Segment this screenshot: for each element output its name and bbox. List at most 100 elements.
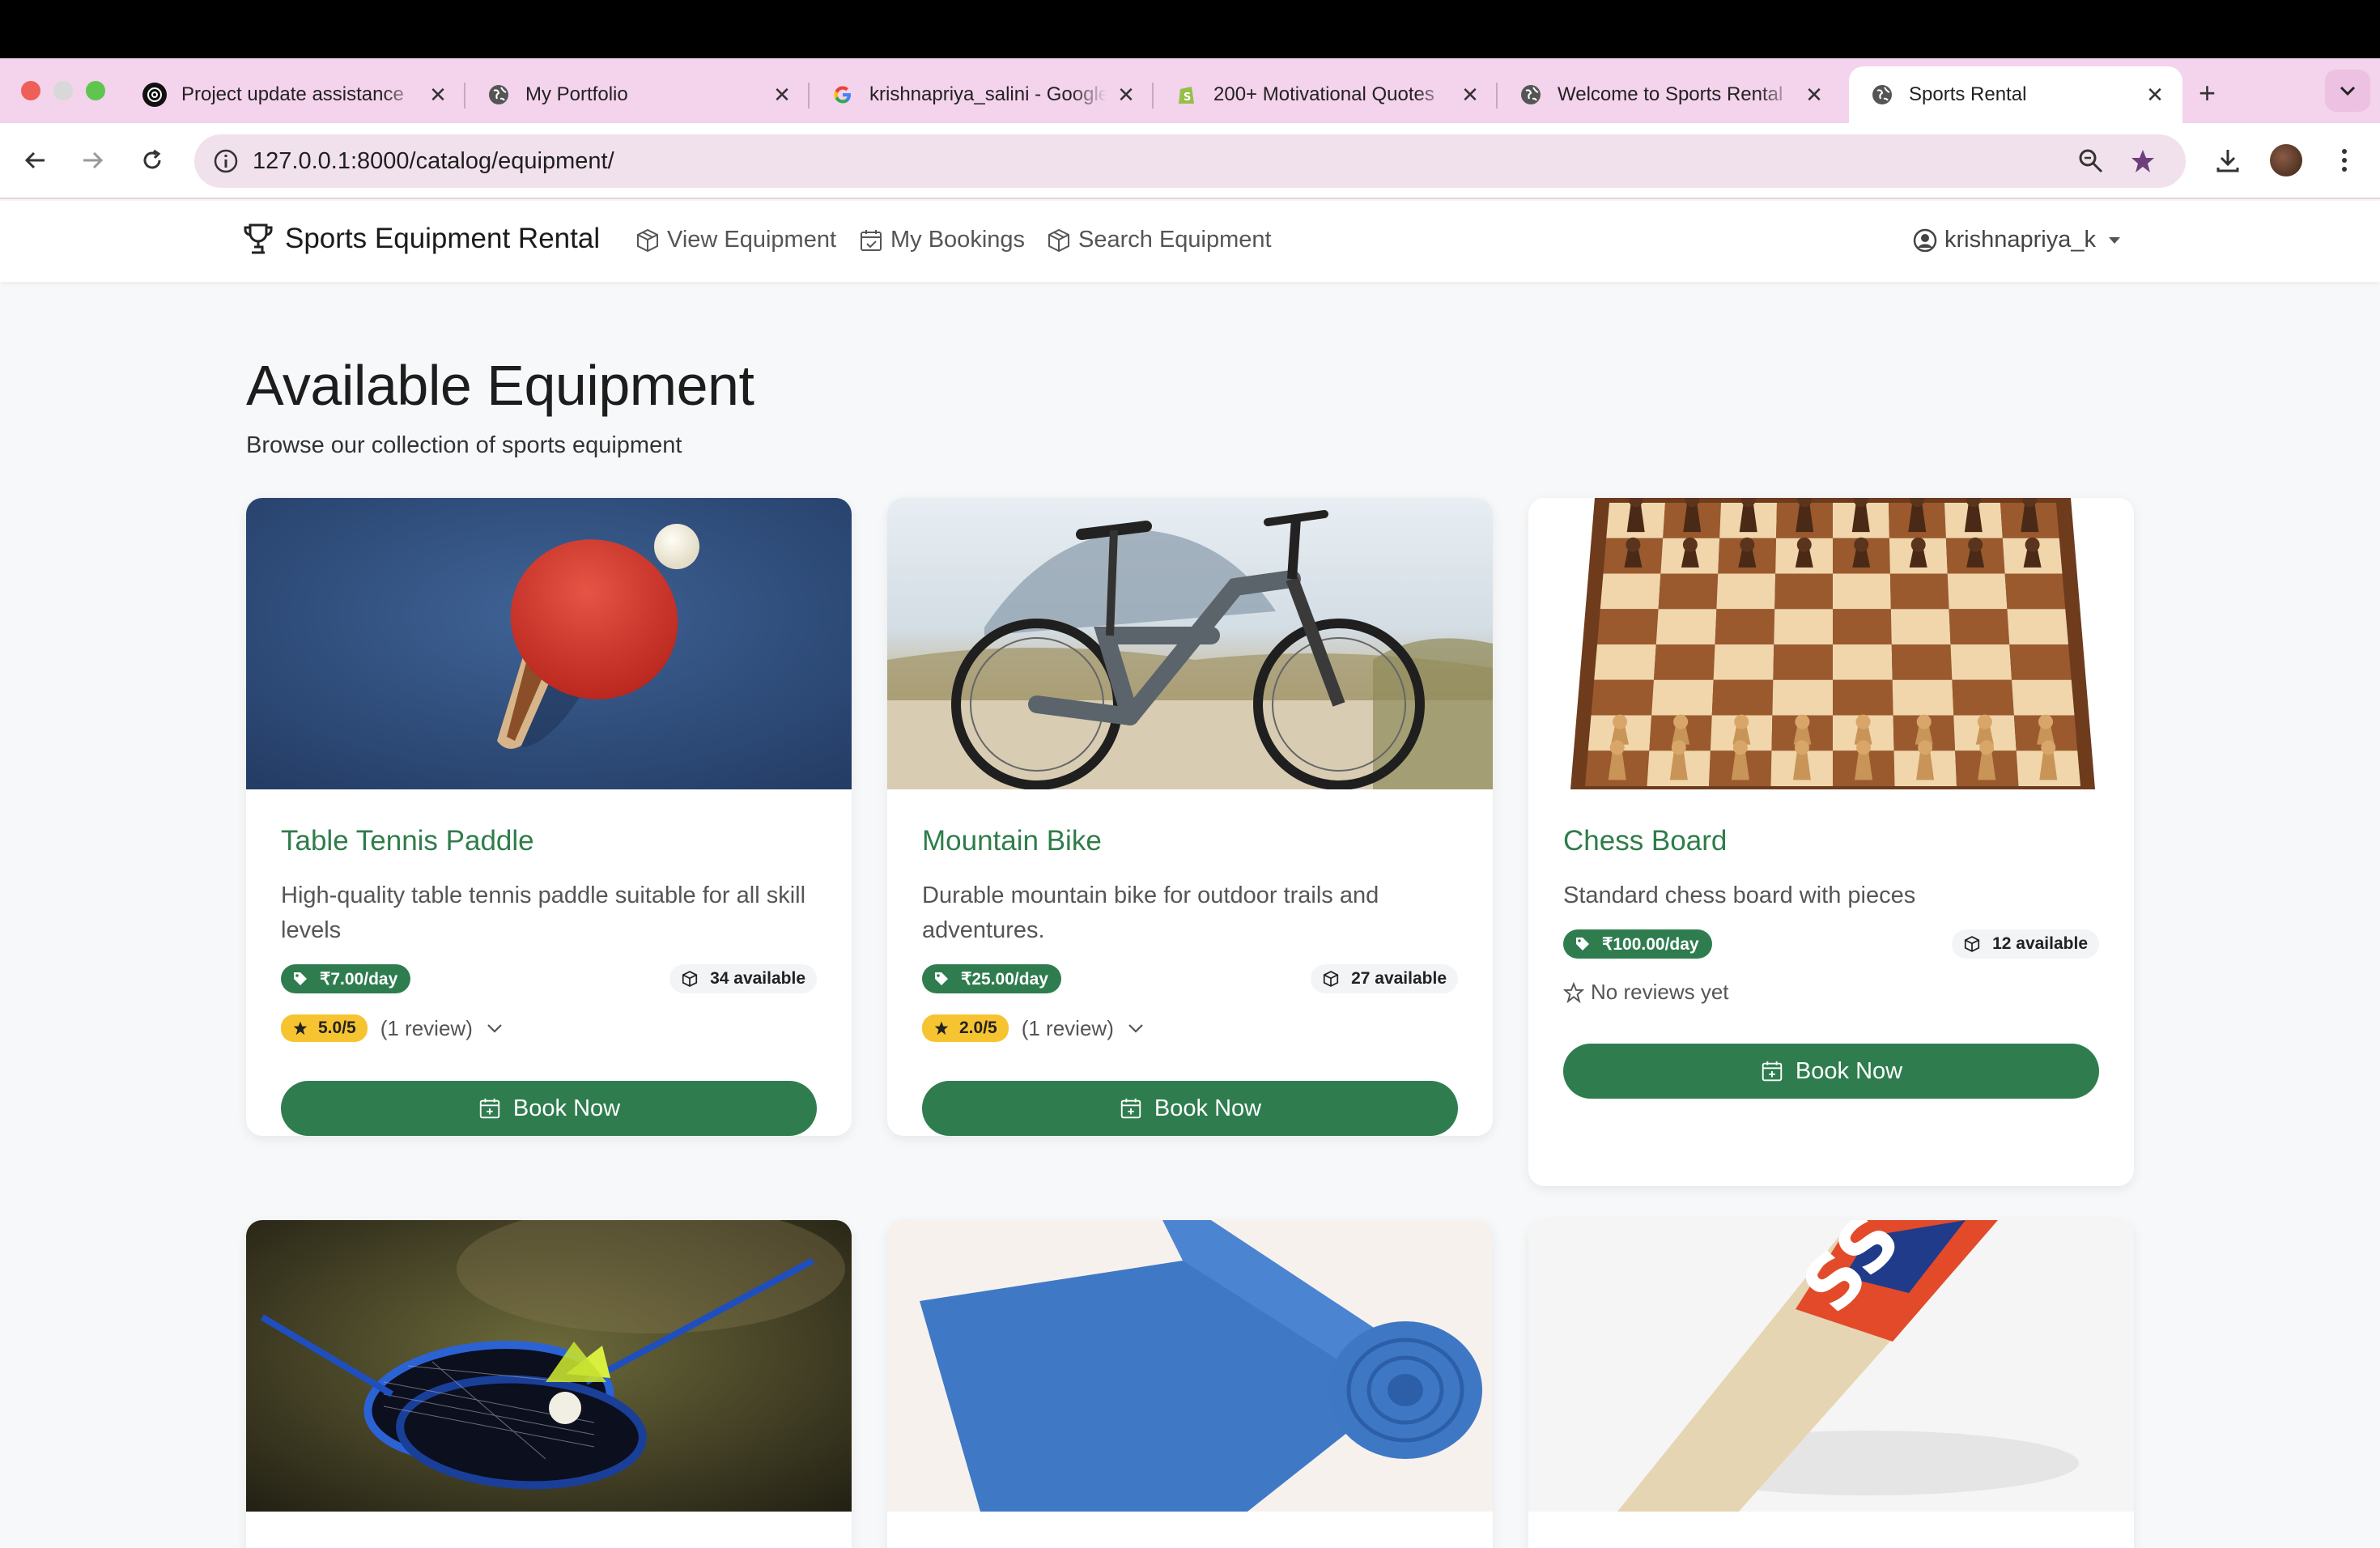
chess-piece <box>1851 498 1870 533</box>
availability-text: 12 available <box>1992 934 2088 953</box>
book-now-button[interactable]: Book Now <box>281 1081 817 1136</box>
price-text: ₹7.00/day <box>320 969 398 989</box>
nav-search-equipment[interactable]: Search Equipment <box>1046 227 1272 253</box>
close-tab-icon[interactable]: ✕ <box>772 83 792 108</box>
chess-square <box>1833 609 1892 644</box>
browser-tab-strip: Project update assistance ✕ My Portfolio… <box>0 58 2380 123</box>
chess-square <box>1594 644 1656 680</box>
tab-title: 200+ Motivational Quotes <box>1213 83 1434 105</box>
browser-toolbar: 127.0.0.1:8000/catalog/equipment/ <box>0 123 2380 199</box>
chess-piece <box>1908 498 1927 533</box>
equipment-card: Mountain Bike Durable mountain bike for … <box>887 498 1493 1136</box>
chess-square <box>1773 644 1833 680</box>
forward-button[interactable] <box>74 142 110 178</box>
reload-button[interactable] <box>134 142 170 178</box>
calendar-plus-icon <box>479 1098 500 1119</box>
bookmark-star-icon[interactable] <box>2129 147 2157 175</box>
tag-icon <box>294 972 307 985</box>
box-icon <box>637 228 658 252</box>
equipment-name[interactable]: Mountain Bike <box>922 825 1458 857</box>
chevron-down-icon[interactable] <box>1127 1023 1145 1034</box>
page-subtitle: Browse our collection of sports equipmen… <box>246 432 682 458</box>
calendar-plus-icon <box>1762 1061 1783 1082</box>
globe-icon <box>1870 83 1894 107</box>
browser-tab[interactable]: My Portfolio ✕ <box>465 66 810 123</box>
box-icon <box>1964 936 1980 952</box>
book-now-label: Book Now <box>1795 1057 1903 1084</box>
browser-tab[interactable]: Welcome to Sports Rental ✕ <box>1498 66 1842 123</box>
screen-top-bar <box>0 0 2380 58</box>
equipment-card: Chess Board Standard chess board with pi… <box>1528 498 2134 1186</box>
openai-icon <box>142 83 167 107</box>
chevron-down-icon <box>2340 86 2356 96</box>
tab-search-button[interactable] <box>2325 70 2370 112</box>
tab-title: Project update assistance <box>181 83 404 105</box>
close-tab-icon[interactable]: ✕ <box>428 83 448 108</box>
availability-badge: 27 available <box>1311 964 1458 993</box>
profile-button[interactable] <box>2267 141 2306 180</box>
chess-square <box>1655 609 1717 644</box>
minimize-window-button[interactable] <box>53 81 73 100</box>
address-bar[interactable]: 127.0.0.1:8000/catalog/equipment/ <box>194 134 2186 188</box>
book-now-button[interactable]: Book Now <box>922 1081 1458 1136</box>
equipment-card: SS <box>1528 1220 2134 1548</box>
browser-tab[interactable]: Project update assistance ✕ <box>121 66 465 123</box>
availability-text: 27 available <box>1351 969 1447 988</box>
brand-name: Sports Equipment Rental <box>285 223 601 254</box>
back-button[interactable] <box>18 142 53 178</box>
nav-label: View Equipment <box>667 227 837 253</box>
downloads-button[interactable] <box>2208 141 2247 180</box>
chess-square <box>1833 644 1893 680</box>
browser-tab[interactable]: S 200+ Motivational Quotes ✕ <box>1154 66 1498 123</box>
tab-title: krishnapriya_salini - Google Search <box>869 83 1107 105</box>
rating-text: 2.0/5 <box>959 1019 997 1037</box>
chess-square <box>1715 609 1775 644</box>
site-info-icon[interactable] <box>210 146 241 176</box>
svg-text:S: S <box>1184 91 1191 104</box>
chess-square <box>2007 609 2068 644</box>
availability-badge: 12 available <box>1952 929 2099 959</box>
globe-icon <box>487 83 511 107</box>
chess-square <box>1891 644 1953 680</box>
chess-piece <box>1964 498 1983 533</box>
nav-view-equipment[interactable]: View Equipment <box>635 227 836 253</box>
new-tab-button[interactable]: + <box>2199 76 2216 110</box>
close-window-button[interactable] <box>21 81 40 100</box>
url-text: 127.0.0.1:8000/catalog/equipment/ <box>253 147 614 174</box>
browser-tab-active[interactable]: Sports Rental ✕ <box>1849 66 2182 123</box>
review-count[interactable]: (1 review) <box>1022 1016 1114 1041</box>
tag-icon <box>1576 938 1589 950</box>
close-tab-icon[interactable]: ✕ <box>1804 83 1824 108</box>
zoom-icon[interactable] <box>2077 147 2105 175</box>
brand-link[interactable]: Sports Equipment Rental <box>243 222 600 256</box>
chess-piece <box>1683 498 1702 533</box>
browser-tab[interactable]: krishnapriya_salini - Google Search ✕ <box>810 66 1154 123</box>
chess-square <box>1651 679 1714 716</box>
chess-square <box>1716 573 1776 610</box>
close-tab-icon[interactable]: ✕ <box>1460 83 1480 108</box>
rating-badge: 5.0/5 <box>281 1014 368 1042</box>
chevron-down-icon[interactable] <box>486 1023 504 1034</box>
close-tab-icon[interactable]: ✕ <box>1116 83 1136 108</box>
nav-my-bookings[interactable]: My Bookings <box>858 227 1025 253</box>
close-tab-icon[interactable]: ✕ <box>2145 83 2165 108</box>
equipment-name[interactable]: Chess Board <box>1563 825 2099 857</box>
download-icon <box>2216 150 2239 172</box>
browser-menu-button[interactable] <box>2325 141 2364 180</box>
no-reviews: No reviews yet <box>1563 980 2099 1005</box>
avatar <box>2270 144 2302 176</box>
review-count[interactable]: (1 review) <box>380 1016 473 1041</box>
book-now-button[interactable]: Book Now <box>1563 1044 2099 1099</box>
reload-icon <box>143 149 161 169</box>
user-dropdown[interactable]: krishnapriya_k <box>1912 227 2120 253</box>
equipment-name[interactable]: Table Tennis Paddle <box>281 825 817 857</box>
tag-icon <box>935 972 948 985</box>
chess-square <box>2012 679 2075 716</box>
chess-piece <box>1626 498 1645 533</box>
chess-square <box>1952 679 2014 716</box>
rating-text: 5.0/5 <box>318 1019 356 1037</box>
chess-piece <box>2021 498 2039 533</box>
tab-title: Welcome to Sports Rental <box>1558 83 1783 105</box>
chess-square <box>1772 679 1833 716</box>
zoom-window-button[interactable] <box>86 81 105 100</box>
